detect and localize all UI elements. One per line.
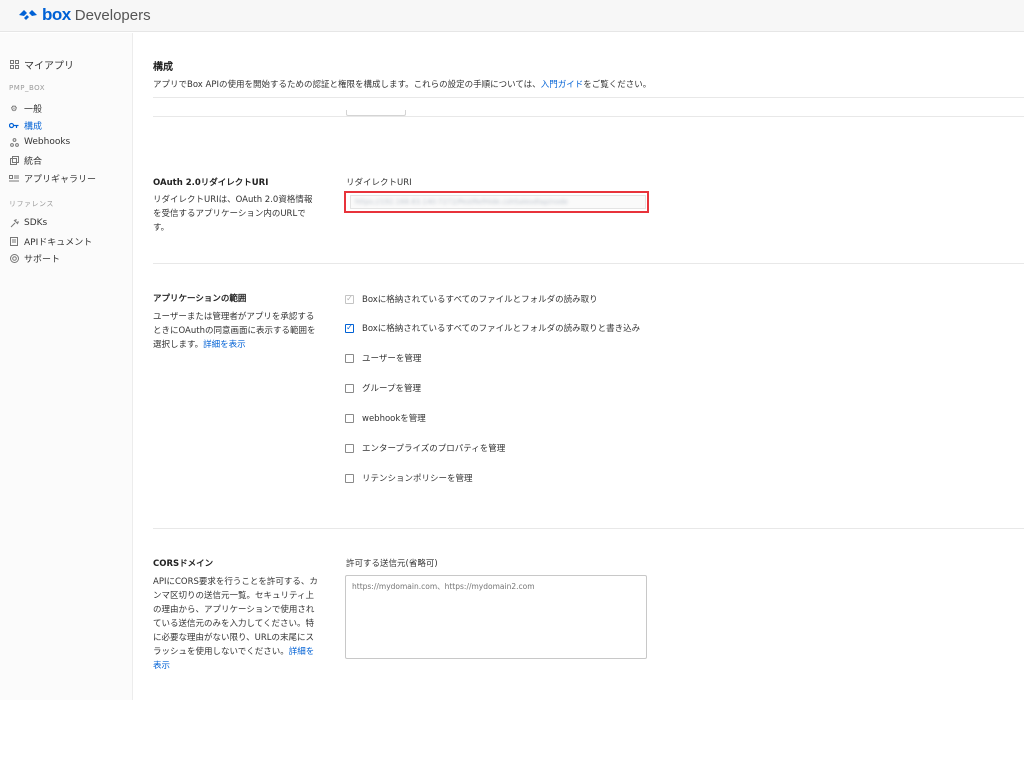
sidebar-item-support[interactable]: サポート (9, 252, 60, 265)
checkbox[interactable] (345, 353, 354, 363)
checkbox[interactable] (345, 443, 354, 453)
sidebar-item-label: Webhooks (24, 137, 71, 147)
sidebar-item-general[interactable]: ⚙ 一般 (9, 102, 42, 115)
scopes-section-description: ユーザーまたは管理者がアプリを承認するときにOAuthの同意画面に表示する範囲を… (153, 310, 319, 352)
section-divider (153, 528, 1024, 529)
sidebar-item-configuration[interactable]: 構成 (9, 119, 42, 132)
section-divider (153, 116, 1024, 117)
sidebar-item-label: サポート (24, 255, 61, 265)
webhook-icon (9, 137, 19, 147)
checkbox[interactable] (345, 473, 354, 483)
sidebar-item-integrations[interactable]: 統合 (9, 154, 42, 167)
oauth-section-title: OAuth 2.0リダイレクトURI (153, 178, 269, 188)
scope-read-write-all-files[interactable]: ✓ Boxに格納されているすべてのファイルとフォルダの読み取りと書き込み (345, 322, 640, 334)
sidebar-item-webhooks[interactable]: Webhooks (9, 137, 70, 147)
redirect-uri-label: リダイレクトURI (346, 178, 412, 188)
page-description: アプリでBox APIの使用を開始するための認証と権限を構成します。これらの設定… (153, 78, 651, 90)
integration-icon (9, 156, 19, 166)
sidebar-app-heading: PMP_BOX (9, 84, 46, 92)
page-description-text: アプリでBox APIの使用を開始するための認証と権限を構成します。これらの設定… (153, 80, 541, 90)
checkbox[interactable] (345, 383, 354, 393)
redirect-uri-input[interactable]: https://192.168.83.140:7272/PestRefHide.… (350, 195, 646, 209)
sidebar-item-sdks[interactable]: SDKs (9, 218, 47, 228)
scopes-detail-link[interactable]: 詳細を表示 (203, 340, 246, 350)
sdk-icon (9, 218, 19, 228)
sidebar-item-label: 構成 (24, 122, 43, 132)
support-icon (9, 254, 19, 264)
box-logo-icon (19, 10, 37, 20)
scope-label: エンタープライズのプロパティを管理 (362, 444, 506, 454)
checkbox[interactable] (345, 413, 354, 423)
grid-icon (9, 60, 19, 70)
scope-label: ユーザーを管理 (362, 354, 422, 364)
scope-label: グループを管理 (362, 384, 421, 394)
scope-label: webhookを管理 (362, 414, 426, 424)
scope-manage-groups[interactable]: グループを管理 (345, 382, 421, 394)
checkbox-checked[interactable]: ✓ (345, 323, 354, 333)
allowed-origins-label: 許可する送信元(省略可) (346, 559, 438, 569)
sidebar-item-label: 一般 (24, 105, 43, 115)
page-title: 構成 (153, 62, 173, 73)
logo-box-text: box (42, 5, 71, 24)
header-divider (153, 97, 1024, 98)
scope-manage-users[interactable]: ユーザーを管理 (345, 352, 421, 364)
cors-description-text: APIにCORS要求を行うことを許可する、カンマ区切りの送信元一覧。セキュリティ… (153, 577, 318, 657)
scope-manage-enterprise-properties[interactable]: エンタープライズのプロパティを管理 (345, 442, 505, 454)
top-bar: box Developers (0, 0, 1024, 32)
scope-label: Boxに格納されているすべてのファイルとフォルダの読み取り (362, 295, 598, 305)
section-divider (153, 263, 1024, 264)
scope-manage-retention-policies[interactable]: リテンションポリシーを管理 (345, 472, 473, 484)
sidebar-item-app-gallery[interactable]: アプリギャラリー (9, 172, 96, 185)
sidebar-reference-heading: リファレンス (9, 200, 54, 208)
getting-started-guide-link[interactable]: 入門ガイド (541, 80, 584, 90)
checkbox-checked-disabled: ✓ (345, 294, 354, 304)
scope-read-all-files: ✓ Boxに格納されているすべてのファイルとフォルダの読み取り (345, 293, 598, 305)
box-developers-logo[interactable]: box Developers (18, 4, 151, 26)
redirect-uri-value: https://192.168.83.140:7272/PestRefHide.… (355, 198, 568, 206)
redirect-uri-highlight: https://192.168.83.140:7272/PestRefHide.… (344, 191, 649, 213)
page-description-suffix: をご覧ください。 (583, 80, 652, 90)
sidebar-item-label: マイアプリ (24, 61, 74, 72)
sidebar-item-label: アプリギャラリー (24, 175, 97, 185)
gear-icon: ⚙ (10, 104, 18, 113)
sidebar-item-label: APIドキュメント (24, 238, 93, 248)
sidebar: マイアプリ PMP_BOX ⚙ 一般 構成 Webhooks 統合 アプリギャラ… (0, 33, 133, 700)
logo-developers-text: Developers (74, 6, 151, 24)
sidebar-item-api-docs[interactable]: APIドキュメント (9, 235, 92, 248)
document-icon (9, 237, 19, 247)
scope-label: Boxに格納されているすべてのファイルとフォルダの読み取りと書き込み (362, 324, 641, 334)
gallery-icon (9, 174, 19, 184)
oauth-section-description: リダイレクトURIは、OAuth 2.0資格情報を受信するアプリケーション内のU… (153, 195, 313, 233)
cors-section-description: APIにCORS要求を行うことを許可する、カンマ区切りの送信元一覧。セキュリティ… (153, 575, 319, 673)
sidebar-item-label: SDKs (24, 218, 48, 228)
key-icon (9, 121, 19, 131)
scope-label: リテンションポリシーを管理 (362, 474, 473, 484)
scopes-section-title: アプリケーションの範囲 (153, 294, 247, 304)
sidebar-item-my-apps[interactable]: マイアプリ (9, 57, 74, 72)
cors-section-title: CORSドメイン (153, 559, 214, 569)
sidebar-item-label: 統合 (24, 157, 43, 167)
scope-manage-webhooks[interactable]: webhookを管理 (345, 412, 426, 424)
allowed-origins-textarea[interactable] (345, 575, 647, 659)
